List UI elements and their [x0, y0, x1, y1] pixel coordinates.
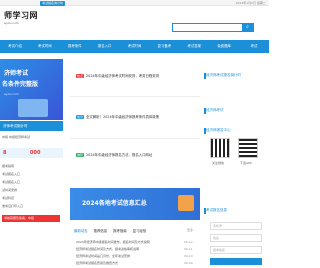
list-item-title: 经济师考试时间是几月份，全年考试安排	[76, 254, 131, 258]
wechat-qr-icon	[210, 138, 230, 158]
list-item-time: 06-09	[184, 261, 193, 265]
submit-button[interactable]	[210, 258, 262, 265]
news-title: 全文解析！2024年中级经济师报考条件具体政策	[86, 115, 160, 119]
news-item[interactable]: 推荐 2024年中级经济师报名方法，报名入口网址	[76, 152, 152, 157]
divider	[70, 138, 200, 139]
list-item-title: 经济师考试报名费用及缴费方式	[76, 261, 119, 265]
news-tag: 快讯	[76, 115, 85, 119]
tab-latest[interactable]: 最新动态	[74, 228, 88, 233]
phone-field[interactable]: 手机号	[210, 222, 262, 230]
right-heading-1: 经济师考试报名倒计时	[206, 73, 241, 77]
banner-subtitle: 名条件完整版	[2, 81, 39, 88]
top-bar: 考试报名倒计时 2024年1月2日 星期二	[0, 0, 269, 6]
app-qr-icon	[238, 138, 258, 158]
gift-box-icon	[178, 195, 194, 211]
region-field[interactable]: 报考地区	[210, 246, 262, 254]
news-item[interactable]: 快讯 全文解析！2024年中级经济师报考条件具体政策	[76, 114, 159, 119]
list-item[interactable]: 经济师考试报名时间及方式，报考资格审核说明 06-11	[76, 247, 193, 251]
right-heading-2: 经济师考试	[206, 108, 224, 112]
nav-item-2[interactable]: 报考条件	[60, 40, 90, 53]
name-field[interactable]: 姓名	[210, 234, 262, 242]
tab-guide[interactable]: 报考指南	[113, 228, 127, 233]
banner-site: eyou.com	[4, 92, 19, 96]
info-banner[interactable]: 2024各地考试信息汇总	[70, 188, 200, 220]
countdown-badge[interactable]: 考试报名倒计时	[40, 1, 66, 6]
nav-item-3[interactable]: 报名入口	[90, 40, 120, 53]
date-text: 2024年1月2日 星期二	[235, 1, 266, 5]
nav-item-0[interactable]: 考试介绍	[0, 40, 30, 53]
left-link-4[interactable]: 试时间安排	[2, 188, 17, 192]
nav-item-8[interactable]: 考试	[239, 40, 269, 53]
nav-item-4[interactable]: 考试时间	[120, 40, 150, 53]
nav-item-7[interactable]: 免费题库	[209, 40, 239, 53]
left-link-5[interactable]: 考试科目	[2, 196, 14, 200]
list-item[interactable]: 经济师考试报名费用及缴费方式 06-09	[76, 261, 193, 265]
list-item-time: 06-10	[184, 254, 193, 258]
news-tag: 热点	[76, 74, 85, 78]
search-button[interactable]: ⌕	[242, 24, 253, 31]
list-item-title: 2024年经济师中级报名时间发布，报名时间及方式说明	[76, 240, 150, 244]
divider	[70, 96, 200, 97]
left-link-6[interactable]: 准考证打印入口	[2, 204, 23, 208]
countdown-value-2: 000	[30, 150, 41, 156]
countdown-value-1: 8	[3, 150, 7, 156]
news-title: 2024年中级经济师报名方法，报名入口网址	[86, 153, 153, 157]
site-logo-sub: eyou.com	[4, 21, 19, 25]
countdown-row: 中级 中级经济师考试	[2, 135, 30, 139]
left-link-3[interactable]: 考试报名入口	[2, 180, 20, 184]
info-banner-text: 2024各地考试信息汇总	[82, 200, 147, 207]
search-icon: ⌕	[246, 24, 249, 30]
nav-item-5[interactable]: 复习备考	[149, 40, 179, 53]
right-heading-4: 考试报名信息	[206, 208, 227, 212]
left-link-2[interactable]: 考试报名入口	[2, 172, 20, 176]
countdown-card-title: 济师考试倒计时	[0, 121, 63, 131]
nav-item-1[interactable]: 考试时间	[30, 40, 60, 53]
qr-label-wechat: 关注微信	[212, 161, 225, 165]
news-tabs: 最新动态 推荐信息 报考指南 复习经验	[74, 228, 146, 233]
main-nav: 考试介绍 考试时间 报考条件 报名入口 考试时间 复习备考 考试答案 免费题库 …	[0, 40, 269, 53]
list-item-time: 06-12	[184, 240, 193, 244]
nav-item-6[interactable]: 考试答案	[179, 40, 209, 53]
tab-recommended[interactable]: 推荐信息	[94, 228, 108, 233]
banner-illustration	[18, 99, 48, 117]
news-item[interactable]: 热点 2024年中级经济师考试时间安排，考务日程安排	[76, 73, 159, 78]
list-item[interactable]: 经济师考试时间是几月份，全年考试安排 06-10	[76, 254, 193, 258]
more-link[interactable]: 更多	[187, 228, 193, 232]
left-link-1[interactable]: 报考指南	[2, 164, 14, 168]
exam-answer-button[interactable]: 考前真题及答案，中级	[2, 215, 60, 222]
right-heading-3: 经济师报名中心	[206, 128, 231, 132]
site-logo[interactable]: 师学习网	[4, 10, 38, 21]
search-input[interactable]: ⌕	[172, 23, 254, 32]
qr-label-app: 下载APP	[240, 161, 252, 165]
news-title: 2024年中级经济师考试时间安排，考务日程安排	[86, 74, 160, 78]
tab-experience[interactable]: 复习经验	[133, 228, 147, 233]
banner-title: 济师考试	[4, 70, 29, 77]
promo-banner[interactable]: 济师考试 名条件完整版 eyou.com	[0, 59, 63, 120]
news-tag: 推荐	[76, 153, 85, 157]
list-item-time: 06-11	[184, 247, 193, 251]
list-item[interactable]: 2024年经济师中级报名时间发布，报名时间及方式说明 06-12	[76, 240, 193, 244]
list-item-title: 经济师考试报名时间及方式，报考资格审核说明	[76, 247, 140, 251]
